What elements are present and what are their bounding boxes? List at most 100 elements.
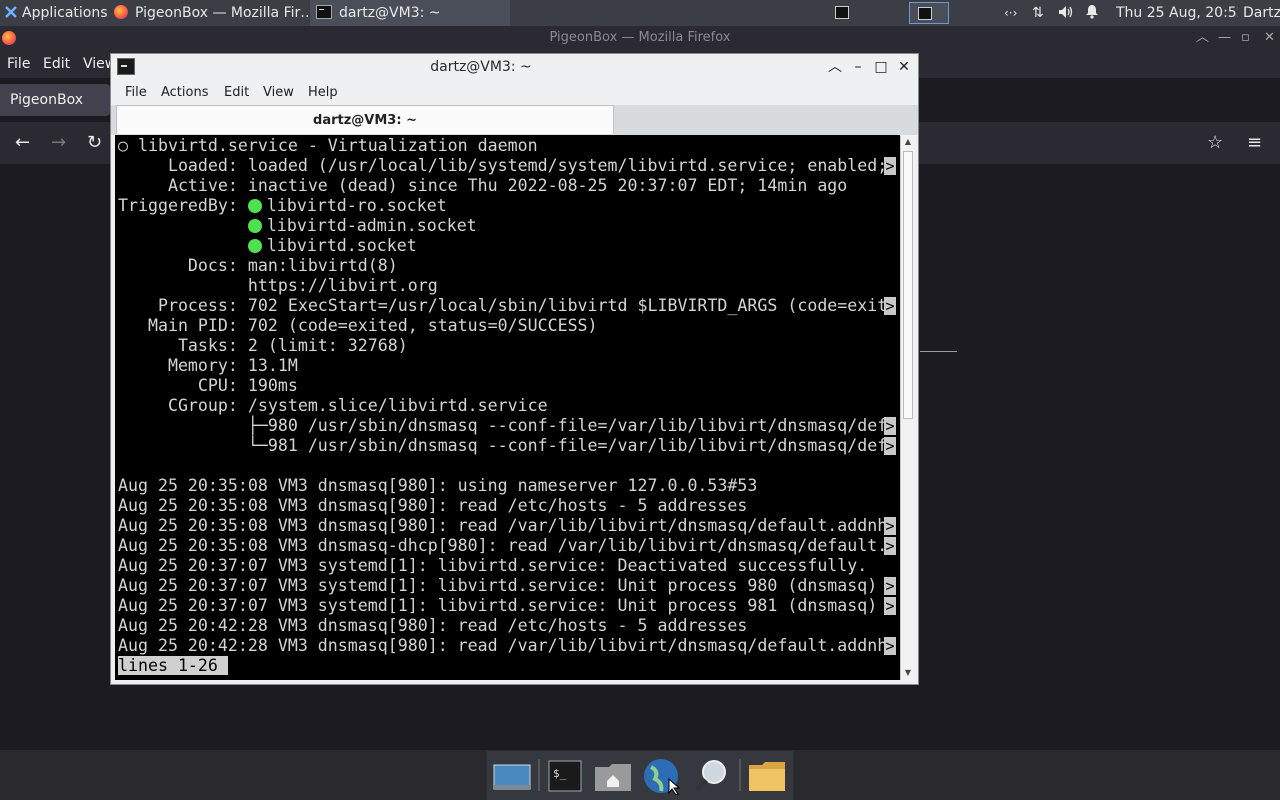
pager-status: lines 1-26 xyxy=(118,656,218,675)
reload-icon[interactable]: ↻ xyxy=(87,122,102,164)
terminal-line: Aug 25 20:35:08 VM3 dnsmasq[980]: read /… xyxy=(118,516,896,536)
line-text: CPU: 190ms xyxy=(118,376,298,395)
bookmark-star-icon[interactable]: ☆ xyxy=(1207,122,1223,164)
active-status-dot-icon xyxy=(247,219,262,233)
file-manager-icon[interactable] xyxy=(747,757,787,795)
maximize-icon[interactable]: □ xyxy=(873,54,889,81)
terminal-line: TriggeredBy: libvirtd-ro.socket xyxy=(118,196,887,216)
workspace-2-button[interactable] xyxy=(909,2,949,24)
terminal-output[interactable]: ○ libvirtd.service - Virtualization daem… xyxy=(115,135,900,680)
line-text: Memory: 13.1M xyxy=(118,356,298,375)
applications-label: Applications xyxy=(22,5,108,21)
terminal-line: Loaded: loaded (/usr/local/lib/systemd/s… xyxy=(118,156,896,176)
scrollbar-thumb[interactable] xyxy=(903,151,913,419)
web-browser-icon[interactable] xyxy=(641,757,681,796)
user-menu[interactable]: Dartz xyxy=(1243,0,1280,26)
terminal-menu-view[interactable]: View xyxy=(263,81,294,105)
firefox-window-title: PigeonBox — Mozilla Firefox xyxy=(549,30,731,45)
terminal-menu-edit[interactable]: Edit xyxy=(224,81,249,105)
restore-icon[interactable]: ▫ xyxy=(1241,26,1250,50)
terminal-line: ├─980 /usr/sbin/dnsmasq --conf-file=/var… xyxy=(118,416,896,436)
volume-icon[interactable] xyxy=(1058,0,1078,26)
top-panel: Applications PigeonBox — Mozilla Fir… da… xyxy=(0,0,1280,26)
terminal-line: Aug 25 20:35:08 VM3 dnsmasq[980]: read /… xyxy=(118,496,887,516)
maximize-icon[interactable]: ︿ xyxy=(1196,26,1209,50)
terminal-line: libvirtd.socket xyxy=(118,236,887,256)
line-text: Aug 25 20:35:08 VM3 dnsmasq[980]: read /… xyxy=(118,496,748,515)
minimize-icon[interactable]: – xyxy=(850,54,866,81)
terminal-line: Aug 25 20:35:08 VM3 dnsmasq[980]: using … xyxy=(118,476,887,496)
terminal-menubar: File Actions Edit View Help xyxy=(111,81,918,105)
terminal-line: Aug 25 20:35:08 VM3 dnsmasq-dhcp[980]: r… xyxy=(118,536,896,556)
minimize-icon[interactable]: — xyxy=(1218,26,1231,50)
terminal-line: Memory: 13.1M xyxy=(118,356,887,376)
firefox-menu-file[interactable]: File xyxy=(7,50,30,78)
hamburger-menu-icon[interactable]: ≡ xyxy=(1247,122,1262,164)
dock-separator xyxy=(739,759,741,791)
terminal-titlebar[interactable]: dartz@VM3: ~ ︿ – □ ✕ xyxy=(111,54,918,81)
line-truncated-indicator: > xyxy=(884,297,896,315)
terminal-scrollbar[interactable]: ▲ ▼ xyxy=(900,135,915,680)
terminal-line: https://libvirt.org xyxy=(118,276,887,296)
terminal-line: Aug 25 20:42:28 VM3 dnsmasq[980]: read /… xyxy=(118,616,887,636)
terminal-menu-file[interactable]: File xyxy=(125,81,147,105)
terminal-tab[interactable]: dartz@VM3: ~ xyxy=(116,105,614,134)
line-text: Loaded: loaded (/usr/local/lib/systemd/s… xyxy=(118,156,888,175)
divider xyxy=(920,351,957,352)
forward-icon[interactable]: → xyxy=(51,122,66,164)
terminal-line: ○ libvirtd.service - Virtualization daem… xyxy=(118,136,887,156)
firefox-tab[interactable]: PigeonBox xyxy=(0,84,110,116)
terminal-line: Docs: man:libvirtd(8) xyxy=(118,256,887,276)
line-truncated-indicator: > xyxy=(884,417,896,435)
line-text: https://libvirt.org xyxy=(118,276,438,295)
terminal-line: Aug 25 20:42:28 VM3 dnsmasq[980]: read /… xyxy=(118,636,896,656)
show-desktop-icon[interactable] xyxy=(492,757,532,795)
line-text: Aug 25 20:37:07 VM3 systemd[1]: libvirtd… xyxy=(118,556,868,575)
terminal-icon[interactable]: $_ xyxy=(545,757,585,795)
firefox-icon xyxy=(114,5,128,19)
window-preview-icon xyxy=(835,6,849,19)
applications-menu-button[interactable]: Applications xyxy=(0,0,108,26)
scroll-up-icon[interactable]: ▲ xyxy=(901,135,915,149)
scroll-down-icon[interactable]: ▼ xyxy=(901,666,915,680)
network-icon[interactable]: ‹·› xyxy=(1004,0,1024,26)
dock: $_ xyxy=(487,751,793,800)
workspace-1-button[interactable] xyxy=(830,2,854,24)
terminal-line: Active: inactive (dead) since Thu 2022-0… xyxy=(118,176,887,196)
notifications-icon[interactable] xyxy=(1085,0,1103,26)
taskbar-item-label: dartz@VM3: ~ xyxy=(339,5,441,21)
line-text: Aug 25 20:35:08 VM3 dnsmasq[980]: using … xyxy=(118,476,758,495)
line-truncated-indicator: > xyxy=(884,577,896,595)
line-truncated-indicator: > xyxy=(884,437,896,455)
app-finder-icon[interactable] xyxy=(692,757,732,795)
taskbar-item-label: PigeonBox — Mozilla Fir… xyxy=(135,5,310,21)
transfer-arrows-icon[interactable]: ⇅ xyxy=(1032,0,1052,26)
terminal-lines: ○ libvirtd.service - Virtualization daem… xyxy=(118,136,896,676)
terminal-line: Aug 25 20:37:07 VM3 systemd[1]: libvirtd… xyxy=(118,576,896,596)
line-text: Process: 702 ExecStart=/usr/local/sbin/l… xyxy=(118,296,888,315)
line-truncated-indicator: > xyxy=(884,537,896,555)
line-text: Aug 25 20:37:07 VM3 systemd[1]: libvirtd… xyxy=(118,576,888,595)
pager-status-line: lines 1-26 xyxy=(118,656,887,676)
line-truncated-indicator: > xyxy=(884,597,896,615)
taskbar-item-firefox[interactable]: PigeonBox — Mozilla Fir… xyxy=(110,0,310,26)
line-text: Docs: man:libvirtd(8) xyxy=(118,256,398,275)
back-icon[interactable]: ← xyxy=(15,122,30,164)
taskbar-item-terminal[interactable]: dartz@VM3: ~ xyxy=(310,0,510,26)
firefox-menu-edit[interactable]: Edit xyxy=(43,50,70,78)
close-icon[interactable]: ✕ xyxy=(896,54,912,81)
home-folder-icon[interactable] xyxy=(593,757,633,795)
terminal-menu-actions[interactable]: Actions xyxy=(161,81,209,105)
terminal-line: Process: 702 ExecStart=/usr/local/sbin/l… xyxy=(118,296,896,316)
clock[interactable]: Thu 25 Aug, 20:52 xyxy=(1116,0,1238,26)
line-text: Aug 25 20:42:28 VM3 dnsmasq[980]: read /… xyxy=(118,616,748,635)
terminal-line: CGroup: /system.slice/libvirtd.service xyxy=(118,396,887,416)
svg-text:$_: $_ xyxy=(553,767,567,780)
terminal-line: Main PID: 702 (code=exited, status=0/SUC… xyxy=(118,316,887,336)
terminal-menu-help[interactable]: Help xyxy=(308,81,338,105)
terminal-window: dartz@VM3: ~ ︿ – □ ✕ File Actions Edit V… xyxy=(110,53,919,685)
shade-icon[interactable]: ︿ xyxy=(827,54,843,81)
terminal-line: libvirtd-admin.socket xyxy=(118,216,887,236)
close-icon[interactable]: ✕ xyxy=(1264,26,1275,50)
